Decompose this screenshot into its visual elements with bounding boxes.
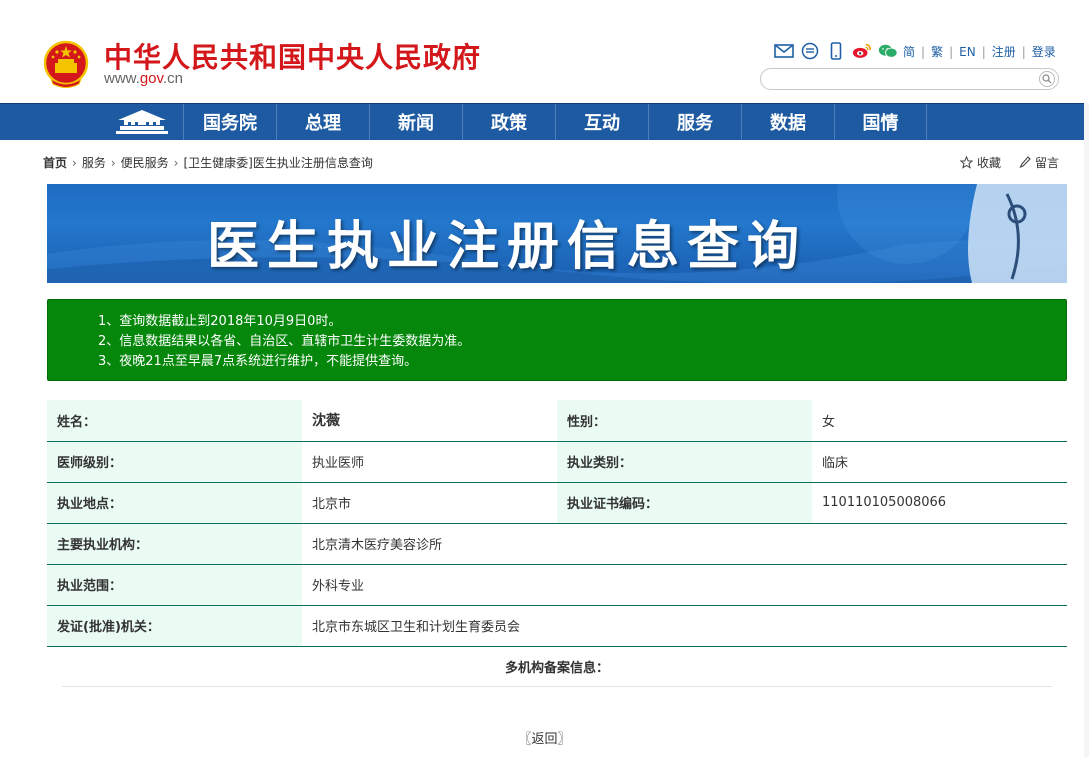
star-icon bbox=[960, 156, 973, 169]
email-icon[interactable] bbox=[774, 41, 794, 61]
nav-item-data[interactable]: 数据 bbox=[741, 104, 834, 140]
link-simplified[interactable]: 简 bbox=[903, 43, 915, 60]
page-banner: 医生执业注册信息查询 bbox=[47, 184, 1067, 283]
notice-box: 1、查询数据截止到2018年10月9日0时。 2、信息数据结果以各省、自治区、直… bbox=[47, 299, 1067, 381]
category-label: 执业类别： bbox=[557, 441, 812, 483]
notice-line: 2、信息数据结果以各省、自治区、直辖市卫生计生委数据为准。 bbox=[98, 334, 471, 349]
separator: | bbox=[1021, 44, 1026, 59]
notice-line: 1、查询数据截止到2018年10月9日0时。 bbox=[98, 314, 342, 329]
banner-title: 医生执业注册信息查询 bbox=[207, 217, 808, 277]
separator: | bbox=[921, 44, 926, 59]
breadcrumb: 首页 › 服务 › 便民服务 › [卫生健康委]医生执业注册信息查询 bbox=[43, 154, 373, 171]
message-button[interactable]: 留言 bbox=[1019, 154, 1059, 171]
chevron-right-icon: › bbox=[173, 155, 179, 170]
site-url-gov: gov bbox=[139, 70, 163, 87]
notice-line: 3、夜晚21点至早晨7点系统进行维护，不能提供查询。 bbox=[98, 354, 418, 369]
table-row: 执业范围： 外科专业 bbox=[47, 564, 1067, 606]
scope-label: 执业范围： bbox=[47, 564, 302, 606]
gender-value: 女 bbox=[812, 400, 1067, 442]
national-emblem-icon[interactable] bbox=[43, 39, 89, 89]
search-box bbox=[760, 68, 1059, 90]
breadcrumb-current: [卫生健康委]医生执业注册信息查询 bbox=[183, 156, 373, 170]
main-nav: 国务院 总理 新闻 政策 互动 服务 数据 国情 bbox=[0, 103, 1089, 140]
nav-home-icon[interactable] bbox=[100, 104, 184, 140]
link-register[interactable]: 注册 bbox=[992, 43, 1016, 60]
message-icon[interactable] bbox=[800, 41, 820, 61]
site-url: www.gov.cn bbox=[104, 70, 183, 87]
location-label: 执业地点： bbox=[47, 482, 302, 524]
org-value: 北京清木医疗美容诊所 bbox=[302, 523, 1067, 565]
breadcrumb-home[interactable]: 首页 bbox=[43, 154, 67, 171]
nav-item-interaction[interactable]: 互动 bbox=[555, 104, 648, 140]
separator: | bbox=[949, 44, 954, 59]
table-row: 姓名： 沈薇 性别： 女 bbox=[47, 400, 1067, 442]
weibo-icon[interactable] bbox=[852, 41, 872, 61]
divider bbox=[62, 686, 1052, 687]
issuer-value: 北京市东城区卫生和计划生育委员会 bbox=[302, 605, 1067, 647]
mobile-icon[interactable] bbox=[826, 41, 846, 61]
issuer-label: 发证(批准)机关： bbox=[47, 605, 302, 647]
link-english[interactable]: EN bbox=[959, 45, 976, 59]
breadcrumb-convenience[interactable]: 便民服务 bbox=[121, 154, 169, 171]
multi-org-label: 多机构备案信息： bbox=[504, 661, 609, 676]
favorite-button[interactable]: 收藏 bbox=[960, 154, 1001, 171]
level-label: 医师级别： bbox=[47, 441, 302, 483]
doctor-info-table: 姓名： 沈薇 性别： 女 医师级别： 执业医师 执业类别： 临床 执业地点： 北… bbox=[47, 400, 1067, 647]
name-label: 姓名： bbox=[47, 400, 302, 442]
cert-value: 110110105008066 bbox=[812, 482, 1067, 524]
cert-label: 执业证书编码： bbox=[557, 482, 812, 524]
top-links: 简 | 繁 | EN | 注册 | 登录 bbox=[903, 43, 1056, 60]
nav-item-state-council[interactable]: 国务院 bbox=[183, 104, 276, 140]
nav-item-policy[interactable]: 政策 bbox=[462, 104, 555, 140]
page-edge bbox=[1084, 103, 1089, 757]
site-url-suffix: .cn bbox=[162, 70, 183, 87]
wechat-icon[interactable] bbox=[878, 41, 898, 61]
table-row: 医师级别： 执业医师 执业类别： 临床 bbox=[47, 441, 1067, 483]
link-traditional[interactable]: 繁 bbox=[931, 43, 943, 60]
favorite-label: 收藏 bbox=[977, 156, 1002, 170]
separator: | bbox=[981, 44, 986, 59]
site-url-prefix: www. bbox=[104, 70, 140, 87]
nav-item-services[interactable]: 服务 bbox=[648, 104, 741, 140]
gender-label: 性别： bbox=[557, 400, 812, 442]
table-row: 发证(批准)机关： 北京市东城区卫生和计划生育委员会 bbox=[47, 605, 1067, 647]
location-value: 北京市 bbox=[302, 482, 557, 524]
table-row: 主要执业机构： 北京清木医疗美容诊所 bbox=[47, 523, 1067, 565]
nav-item-national-info[interactable]: 国情 bbox=[834, 104, 927, 140]
nav-items: 国务院 总理 新闻 政策 互动 服务 数据 国情 bbox=[183, 104, 927, 140]
back-link[interactable]: 〖返回〗 bbox=[0, 728, 1089, 747]
nav-item-news[interactable]: 新闻 bbox=[369, 104, 462, 140]
search-icon[interactable] bbox=[1039, 71, 1055, 87]
table-row: 执业地点： 北京市 执业证书编码： 110110105008066 bbox=[47, 482, 1067, 524]
chevron-right-icon: › bbox=[110, 155, 116, 170]
pencil-icon bbox=[1019, 156, 1031, 168]
site-header: 中华人民共和国中央人民政府 www.gov.cn 简 | 繁 | EN | 注册… bbox=[0, 0, 1089, 103]
scope-value: 外科专业 bbox=[302, 564, 1067, 606]
level-value: 执业医师 bbox=[302, 441, 557, 483]
search-input[interactable] bbox=[771, 69, 1031, 89]
nav-item-premier[interactable]: 总理 bbox=[276, 104, 369, 140]
share-icons bbox=[774, 40, 898, 62]
breadcrumb-services[interactable]: 服务 bbox=[82, 154, 106, 171]
link-login[interactable]: 登录 bbox=[1032, 43, 1056, 60]
name-value: 沈薇 bbox=[302, 400, 557, 442]
chevron-right-icon: › bbox=[72, 155, 77, 170]
message-label: 留言 bbox=[1035, 156, 1060, 170]
page-tools: 收藏 留言 bbox=[960, 154, 1059, 171]
org-label: 主要执业机构： bbox=[47, 523, 302, 565]
category-value: 临床 bbox=[812, 441, 1067, 483]
